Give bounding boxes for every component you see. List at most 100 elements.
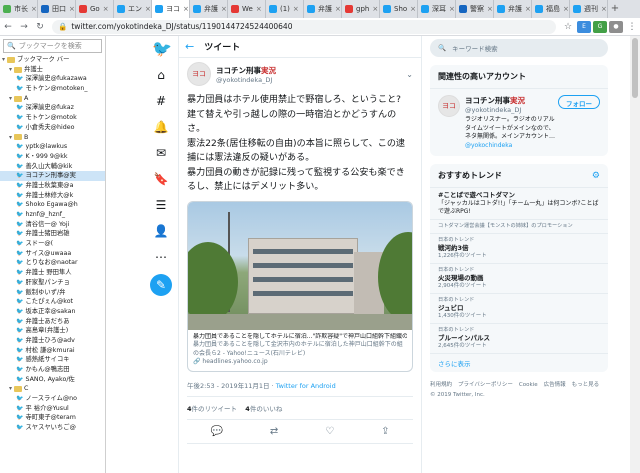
notifications-bell-icon[interactable]: 🔔 bbox=[152, 118, 170, 136]
new-tab-button[interactable]: + bbox=[608, 0, 622, 18]
bookmark-item[interactable]: 🐦 深澤諭史@fukazawa bbox=[0, 74, 105, 84]
bookmark-item[interactable]: 🐦 飯制ゆいず/弁 bbox=[0, 288, 105, 298]
browser-tab[interactable]: 週刊 × bbox=[570, 0, 608, 18]
bookmark-item[interactable]: 🐦 平 裕介@Yusul bbox=[0, 404, 105, 414]
footer-link[interactable]: Cookie bbox=[519, 382, 538, 388]
browser-tab[interactable]: 弁護 × bbox=[494, 0, 532, 18]
bookmark-item[interactable]: 🐦 弁護士ひろ@adv bbox=[0, 336, 105, 346]
home-icon[interactable]: ⌂ bbox=[152, 66, 170, 84]
bookmark-search-input[interactable]: 🔍 ブックマークを検索 bbox=[3, 39, 102, 53]
bookmark-item[interactable]: 🐦 モトケン@motok bbox=[0, 113, 105, 123]
browser-tab[interactable]: 弁護 × bbox=[190, 0, 228, 18]
close-icon[interactable]: × bbox=[69, 5, 75, 13]
trend-item[interactable]: 日本のトレンド 火災現場の動画 2,904件のツイート bbox=[430, 264, 608, 294]
browser-tab[interactable]: エン × bbox=[114, 0, 152, 18]
url-field[interactable]: 🔒 twitter.com/yokotindeka_DJ/status/1190… bbox=[52, 19, 556, 34]
scrollbar-thumb[interactable] bbox=[632, 38, 638, 98]
bookmark-item[interactable]: 🐦 村松 謙@kmurai bbox=[0, 346, 105, 356]
extension-icon[interactable]: G bbox=[593, 20, 607, 33]
expand-arrow-icon[interactable]: ▾ bbox=[2, 55, 5, 65]
chevron-down-icon[interactable]: ⌄ bbox=[406, 70, 413, 79]
bookmark-item[interactable]: 🐦 SANO, Ayako/佐 bbox=[0, 375, 105, 385]
bookmark-item[interactable]: 🐦 小倉秀夫@hideo bbox=[0, 123, 105, 133]
menu-icon[interactable]: ⋮ bbox=[624, 22, 640, 32]
expand-arrow-icon[interactable]: ▾ bbox=[9, 133, 12, 143]
search-input[interactable]: 🔍 キーワード検索 bbox=[430, 39, 608, 57]
bookmark-item[interactable]: 🐦 弁護士 野田隼人 bbox=[0, 268, 105, 278]
follow-button[interactable]: フォロー bbox=[558, 95, 600, 109]
scrollbar[interactable] bbox=[630, 36, 640, 473]
bookmark-item[interactable]: 🐦 寺町東子@teram bbox=[0, 413, 105, 423]
close-icon[interactable]: × bbox=[103, 5, 109, 13]
close-icon[interactable]: × bbox=[563, 5, 569, 13]
expand-arrow-icon[interactable]: ▾ bbox=[9, 65, 12, 75]
bookmark-item[interactable]: 🐦 肝家聖パンチョ bbox=[0, 278, 105, 288]
show-more-link[interactable]: さらに表示 bbox=[430, 354, 608, 372]
browser-tab[interactable]: 田口 × bbox=[38, 0, 76, 18]
like-icon[interactable]: ♡ bbox=[325, 426, 334, 437]
close-icon[interactable]: × bbox=[601, 5, 607, 13]
bookmark-folder[interactable]: ▾ 弁護士 bbox=[0, 65, 105, 75]
close-icon[interactable]: × bbox=[293, 5, 299, 13]
browser-tab[interactable]: 市长 × bbox=[0, 0, 38, 18]
arrow-left-icon[interactable]: ← bbox=[185, 40, 194, 53]
bookmark-item[interactable]: 🐦 感熱紙サイコキ bbox=[0, 355, 105, 365]
avatar[interactable]: ヨコ bbox=[438, 95, 460, 117]
close-icon[interactable]: × bbox=[449, 5, 455, 13]
browser-tab[interactable]: 警察 × bbox=[456, 0, 494, 18]
browser-tab[interactable]: Go × bbox=[76, 0, 114, 18]
reload-icon[interactable]: ↻ bbox=[32, 22, 48, 32]
messages-mail-icon[interactable]: ✉ bbox=[152, 144, 170, 162]
bookmark-item[interactable]: 🐦 かもん@鴨志田 bbox=[0, 365, 105, 375]
tweet-source[interactable]: Twitter for Android bbox=[276, 382, 336, 390]
footer-link[interactable]: © 2019 Twitter, Inc. bbox=[430, 392, 485, 398]
close-icon[interactable]: × bbox=[183, 5, 189, 13]
more-icon[interactable]: ⋯ bbox=[152, 248, 170, 266]
bookmark-item[interactable]: 🐦 K・999 9@kk bbox=[0, 152, 105, 162]
close-icon[interactable]: × bbox=[221, 5, 227, 13]
bookmark-item[interactable]: 🐦 Shoko Egawa@h bbox=[0, 200, 105, 210]
related-account[interactable]: ヨコ ヨコチン刑事実況 @yokotindeka_DJ ラジオリスナー。ラジオの… bbox=[430, 89, 608, 156]
bookmark-item[interactable]: 🐦 スヤスヤいちご@ bbox=[0, 423, 105, 433]
link-card[interactable]: 暴力団員であることを隠してホテルに宿泊..."詐欺容疑"で神戸山口組幹下組織の会… bbox=[187, 200, 413, 372]
retweet-icon[interactable]: ⇄ bbox=[270, 426, 278, 437]
footer-link[interactable]: プライバシーポリシー bbox=[458, 382, 513, 388]
bookmark-item[interactable]: 🐦 とりなお@naotar bbox=[0, 258, 105, 268]
profile-icon[interactable]: 👤 bbox=[152, 222, 170, 240]
bookmark-item[interactable]: 🐦 弁護士秋葉東@a bbox=[0, 181, 105, 191]
footer-link[interactable]: 広告情報 bbox=[544, 382, 566, 388]
bookmarks-icon[interactable]: 🔖 bbox=[152, 170, 170, 188]
trend-item[interactable]: 日本のトレンド 戦河約3倍 1,226件のツイート bbox=[430, 234, 608, 264]
bookmark-item[interactable]: 🐦 ノースライム@no bbox=[0, 394, 105, 404]
browser-tab[interactable]: 深耳 × bbox=[418, 0, 456, 18]
bookmark-folder[interactable]: ▾ B bbox=[0, 133, 105, 143]
close-icon[interactable]: × bbox=[410, 5, 416, 13]
bookmark-folder[interactable]: ▾ C bbox=[0, 384, 105, 394]
bookmark-item[interactable]: 🐦 弁護士猪田岩雄 bbox=[0, 229, 105, 239]
twitter-logo-icon[interactable]: 🐦 bbox=[152, 40, 172, 58]
extension-icon[interactable]: E bbox=[577, 20, 591, 33]
browser-tab[interactable]: (1) × bbox=[266, 0, 304, 18]
close-icon[interactable]: × bbox=[487, 5, 493, 13]
avatar[interactable]: ヨコ bbox=[187, 62, 211, 86]
trend-item[interactable]: 日本のトレンド ジュビロ 1,430件のツイート bbox=[430, 294, 608, 324]
bookmark-item[interactable]: 🐦 清谷信一@ Yoji bbox=[0, 220, 105, 230]
back-icon[interactable]: ← bbox=[0, 22, 16, 32]
gear-icon[interactable]: ⚙ bbox=[592, 171, 600, 181]
share-icon[interactable]: ⇪ bbox=[381, 426, 389, 437]
expand-arrow-icon[interactable]: ▾ bbox=[9, 94, 12, 104]
footer-link[interactable]: もっと見る bbox=[572, 382, 600, 388]
bookmark-item[interactable]: 🐦 深澤諭史@fukaz bbox=[0, 103, 105, 113]
bookmark-item[interactable]: 🐦 高島章(弁護士) bbox=[0, 326, 105, 336]
retweet-count[interactable]: 4件のリツイート bbox=[187, 405, 237, 413]
bookmark-item[interactable]: 🐦 hznf@_hznf_ bbox=[0, 210, 105, 220]
close-icon[interactable]: × bbox=[372, 5, 378, 13]
browser-tab[interactable]: 弁護 × bbox=[304, 0, 342, 18]
explore-hashtag-icon[interactable]: # bbox=[152, 92, 170, 110]
bookmark-folder[interactable]: ▾ A bbox=[0, 94, 105, 104]
browser-tab[interactable]: 福島 × bbox=[532, 0, 570, 18]
author-handle[interactable]: @yokotindeka_DJ bbox=[216, 76, 276, 84]
tweet-timestamp[interactable]: 午後2:53 - 2019年11月1日 bbox=[187, 382, 270, 390]
forward-icon[interactable]: → bbox=[16, 22, 32, 32]
trend-item[interactable]: コトダマン運営会議【モンストの姉妹】のプロモーション bbox=[430, 220, 608, 234]
